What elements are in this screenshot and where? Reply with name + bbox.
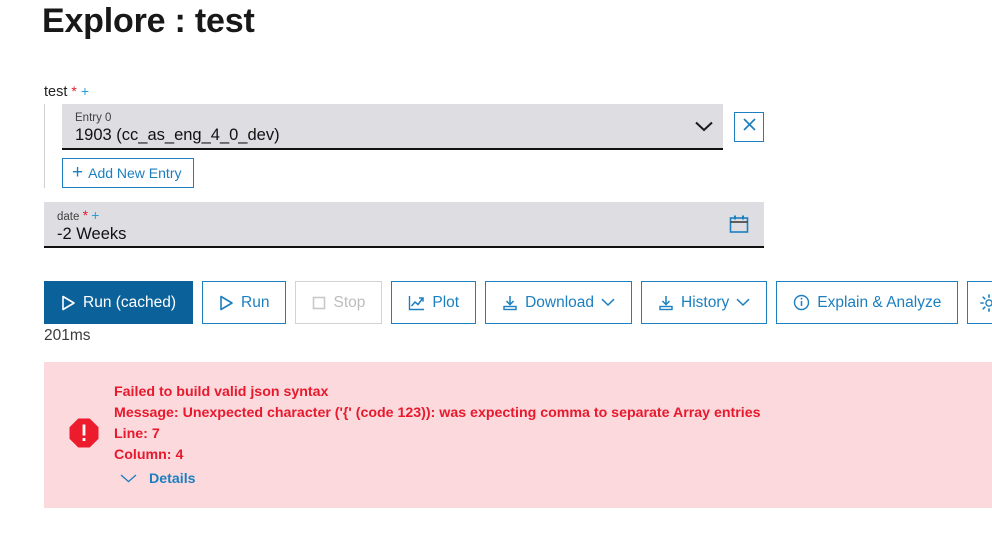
info-icon [793, 294, 810, 311]
download-icon [658, 295, 674, 311]
close-icon [742, 117, 757, 137]
chevron-down-icon [120, 470, 137, 488]
date-add-plus-icon[interactable]: + [91, 207, 99, 223]
run-button[interactable]: Run [202, 281, 287, 324]
add-field-plus-icon[interactable]: + [81, 83, 89, 99]
date-field-label: date * + [57, 207, 752, 224]
error-title: Failed to build valid json syntax [114, 384, 329, 400]
error-details-toggle[interactable]: Details [114, 470, 761, 488]
error-details-label: Details [149, 471, 196, 487]
add-new-entry-button[interactable]: + Add New Entry [62, 158, 195, 188]
run-cached-button[interactable]: Run (cached) [44, 281, 194, 324]
add-new-entry-label: Add New Entry [88, 165, 182, 181]
stop-button[interactable]: Stop [295, 281, 383, 324]
entry-0-label: Entry 0 [75, 112, 112, 124]
test-field-label-text: test [44, 84, 68, 100]
run-cached-label: Run (cached) [83, 293, 177, 311]
group-rail [44, 104, 45, 188]
test-field-label: test * + [44, 82, 764, 101]
chevron-down-icon[interactable] [693, 115, 715, 137]
explain-analyze-label: Explain & Analyze [817, 293, 942, 311]
explain-analyze-button[interactable]: Explain & Analyze [776, 281, 959, 324]
error-octagon-icon [68, 417, 100, 454]
chart-line-icon [408, 295, 425, 311]
gear-icon [980, 293, 992, 312]
download-label: Download [525, 293, 595, 311]
error-column-number: Column: 4 [114, 447, 184, 463]
plus-icon: + [72, 161, 84, 183]
required-asterisk: * [71, 83, 77, 99]
error-panel: Failed to build valid json syntax Messag… [44, 362, 992, 508]
date-field-label-text: date [57, 211, 80, 223]
history-label: History [681, 293, 730, 311]
chevron-down-icon [601, 298, 615, 307]
play-icon [61, 295, 76, 311]
stop-label: Stop [333, 293, 366, 311]
play-icon [219, 295, 234, 311]
chevron-down-icon [736, 298, 750, 307]
error-icon-wrap [60, 417, 108, 454]
explore-page: Explore : test test * + Entry 0 1903 (cc… [0, 0, 992, 560]
plot-button[interactable]: Plot [391, 281, 477, 324]
error-body: Failed to build valid json syntax Messag… [108, 382, 761, 488]
date-required-asterisk: * [82, 207, 89, 223]
plot-label: Plot [432, 293, 460, 311]
execution-time: 201ms [44, 327, 91, 344]
entry-row: Entry 0 1903 (cc_as_eng_4_0_dev) [62, 104, 764, 150]
test-field-group: test * + Entry 0 1903 (cc_as_eng_4_0_dev… [44, 82, 764, 188]
history-button[interactable]: History [641, 281, 768, 324]
date-field[interactable]: date * + -2 Weeks [44, 202, 764, 248]
remove-entry-button[interactable] [734, 112, 764, 142]
download-icon [502, 295, 518, 311]
run-label: Run [241, 293, 270, 311]
entry-0-select[interactable]: Entry 0 1903 (cc_as_eng_4_0_dev) [62, 104, 723, 150]
download-button[interactable]: Download [485, 281, 633, 324]
date-field-value: -2 Weeks [57, 225, 127, 243]
action-toolbar: Run (cached) Run Stop Plot Download Hist… [44, 281, 992, 324]
page-title: Explore : test [42, 2, 255, 40]
stop-square-icon [312, 296, 326, 310]
calendar-icon[interactable] [726, 211, 752, 237]
entry-0-value: 1903 (cc_as_eng_4_0_dev) [75, 126, 280, 144]
error-message: Message: Unexpected character ('{' (code… [114, 405, 761, 421]
settings-button[interactable] [967, 281, 992, 324]
test-field-body: Entry 0 1903 (cc_as_eng_4_0_dev) + Add N… [44, 104, 764, 188]
error-line-number: Line: 7 [114, 426, 160, 442]
